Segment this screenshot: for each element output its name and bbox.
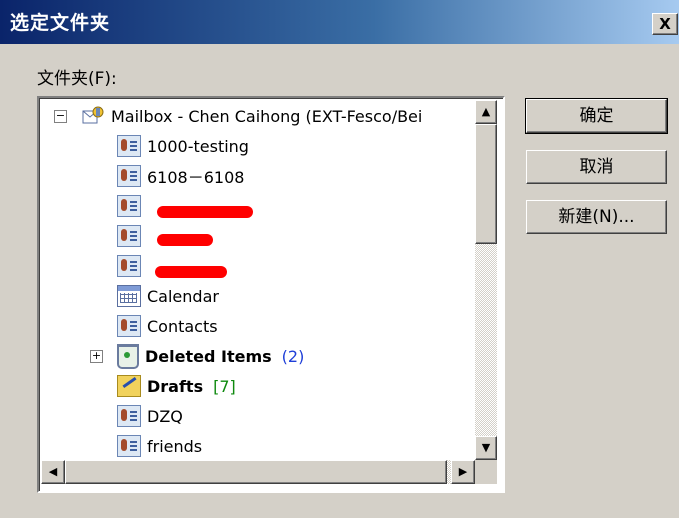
scroll-left-button[interactable]: ◀ <box>41 460 65 484</box>
vertical-scroll-thumb[interactable] <box>475 124 497 244</box>
contact-folder-icon <box>117 255 141 277</box>
contact-folder-icon <box>117 135 141 157</box>
contact-folder-icon <box>117 435 141 457</box>
horizontal-scroll-thumb[interactable] <box>65 460 447 484</box>
dialog-title: 选定文件夹 <box>10 12 111 34</box>
folder-label: 文件夹(F): <box>37 69 117 89</box>
tree-item-label: Deleted Items <box>145 346 272 366</box>
tree-item-6108[interactable]: 6108－6108 <box>117 162 244 190</box>
expand-deleted-items-toggle[interactable]: + <box>90 350 103 363</box>
tree-item-calendar[interactable]: Calendar <box>117 282 219 310</box>
tree-item-deleted-items[interactable]: Deleted Items (2) <box>117 342 304 370</box>
contact-folder-icon <box>117 405 141 427</box>
tree-item-label: Contacts <box>147 316 218 336</box>
folder-tree-list: − Mailbox - Chen Caihong (EXT-Fesco/Bei … <box>41 100 475 460</box>
contact-folder-icon <box>117 225 141 247</box>
new-folder-button[interactable]: 新建(N)... <box>526 200 667 234</box>
calendar-icon <box>117 285 141 307</box>
ok-button[interactable]: 确定 <box>525 98 668 134</box>
mailbox-icon <box>81 105 105 127</box>
scroll-down-button[interactable]: ▼ <box>475 436 497 460</box>
vertical-scrollbar[interactable]: ▲ ▼ <box>475 100 497 460</box>
contact-folder-icon <box>117 165 141 187</box>
select-folder-dialog: 选定文件夹 X 文件夹(F): − Mailbox - Chen Caihong… <box>0 0 679 518</box>
unread-count: (2) <box>281 346 305 366</box>
tree-item-label: DZQ <box>147 406 183 426</box>
item-count: [7] <box>213 376 236 396</box>
tree-item-drafts[interactable]: Drafts [7] <box>117 372 236 400</box>
title-bar: 选定文件夹 X <box>0 0 679 44</box>
contact-folder-icon <box>117 315 141 337</box>
tree-item-redacted[interactable] <box>117 222 147 250</box>
scroll-right-button[interactable]: ▶ <box>451 460 475 484</box>
redaction-mark <box>157 234 213 246</box>
drafts-icon <box>117 375 141 397</box>
deleted-items-icon <box>117 343 139 369</box>
tree-item-1000-testing[interactable]: 1000-testing <box>117 132 249 160</box>
cancel-button[interactable]: 取消 <box>526 150 667 184</box>
tree-item-redacted[interactable] <box>117 252 147 280</box>
redaction-mark <box>157 206 253 218</box>
tree-root-label: Mailbox - Chen Caihong (EXT-Fesco/Bei <box>111 106 423 126</box>
tree-item-dzq[interactable]: DZQ <box>117 402 183 430</box>
contact-folder-icon <box>117 195 141 217</box>
tree-item-label: friends <box>147 436 203 456</box>
scroll-up-button[interactable]: ▲ <box>475 100 497 124</box>
close-button[interactable]: X <box>652 13 678 35</box>
collapse-root-toggle[interactable]: − <box>54 110 67 123</box>
scrollbar-corner <box>475 460 497 484</box>
tree-item-friends[interactable]: friends <box>117 432 202 460</box>
folder-tree[interactable]: − Mailbox - Chen Caihong (EXT-Fesco/Bei … <box>37 96 505 493</box>
tree-root-mailbox[interactable]: Mailbox - Chen Caihong (EXT-Fesco/Bei <box>81 102 422 130</box>
tree-item-contacts[interactable]: Contacts <box>117 312 218 340</box>
tree-item-label: Drafts <box>147 376 204 396</box>
tree-item-label: 6108－6108 <box>147 168 245 187</box>
horizontal-scrollbar[interactable]: ◀ ▶ <box>41 460 475 484</box>
tree-item-redacted[interactable] <box>117 192 147 220</box>
tree-item-label: 1000-testing <box>147 136 249 156</box>
redaction-mark <box>155 266 227 278</box>
tree-item-label: Calendar <box>147 286 219 306</box>
